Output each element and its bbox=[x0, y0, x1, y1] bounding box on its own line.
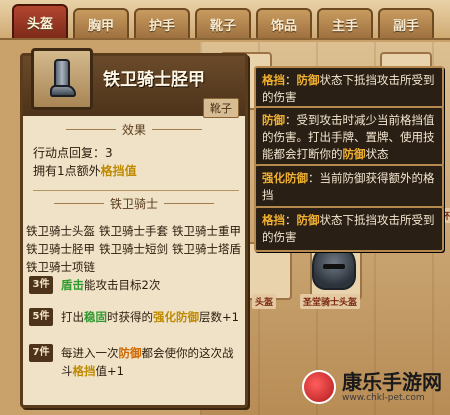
set-piece: 铁卫骑士手套 bbox=[99, 224, 168, 238]
set-piece: 铁卫骑士项链 bbox=[26, 260, 95, 274]
set-bonus-7: 7件 每进入一次防御都会使你的这次战斗格挡值+1 bbox=[29, 344, 243, 380]
tab-boots[interactable]: 靴子 bbox=[195, 8, 251, 38]
enhanced-defense-keyword[interactable]: 强化防御 bbox=[153, 310, 199, 324]
bonus-tag: 5件 bbox=[29, 308, 53, 326]
item-name: 铁卫骑士胫甲 bbox=[103, 70, 205, 90]
tab-main-hand[interactable]: 主手 bbox=[317, 8, 373, 38]
bonus-tag: 7件 bbox=[29, 344, 53, 362]
set-bonus-3: 3件 盾击能攻击目标2次 bbox=[29, 276, 243, 294]
block-keyword[interactable]: 格挡 bbox=[73, 364, 96, 378]
item-header: 铁卫骑士胫甲 靴子 bbox=[23, 48, 245, 118]
effect-action-point: 行动点回复：3 bbox=[33, 146, 113, 160]
effects-section-title: 效果 bbox=[23, 120, 245, 138]
item-icon-frame bbox=[31, 48, 93, 110]
tab-helmet[interactable]: 头盔 bbox=[12, 4, 68, 38]
equipment-name-label: 圣堂骑士头盔 bbox=[300, 294, 361, 309]
tab-chest[interactable]: 胸甲 bbox=[73, 8, 129, 38]
set-piece: 铁卫骑士塔盾 bbox=[172, 242, 241, 256]
steady-keyword[interactable]: 稳固 bbox=[84, 310, 107, 324]
greave-icon bbox=[48, 59, 76, 99]
set-piece: 铁卫骑士头盔 bbox=[26, 224, 95, 238]
set-piece: 铁卫骑士短剑 bbox=[99, 242, 168, 256]
tab-accessory[interactable]: 饰品 bbox=[256, 8, 312, 38]
set-bonus-5: 5件 打出稳固时获得的强化防御层数+1 bbox=[29, 308, 243, 326]
effects-list: 行动点回复：3 拥有1点额外格挡值 bbox=[33, 144, 137, 180]
tooltip-defense: 防御：受到攻击时减少当前格挡值的伤害。打出手牌、置牌、使用技能都会打断你的防御状… bbox=[254, 106, 444, 169]
item-slot-badge: 靴子 bbox=[203, 98, 239, 118]
equipment-tab-bar: 头盔 胸甲 护手 靴子 饰品 主手 副手 bbox=[0, 0, 450, 40]
set-piece: 铁卫骑士重甲 bbox=[172, 224, 241, 238]
tab-off-hand[interactable]: 副手 bbox=[378, 8, 434, 38]
item-detail-panel: 铁卫骑士胫甲 靴子 效果 行动点回复：3 拥有1点额外格挡值 铁卫骑士 铁卫骑士… bbox=[20, 48, 248, 408]
defense-keyword[interactable]: 防御 bbox=[119, 346, 142, 360]
watermark-logo-icon bbox=[302, 370, 336, 404]
block-keyword[interactable]: 格挡值 bbox=[101, 164, 137, 178]
set-pieces-list: 铁卫骑士头盔 铁卫骑士手套 铁卫骑士重甲 铁卫骑士胫甲 铁卫骑士短剑 铁卫骑士塔… bbox=[26, 222, 246, 276]
tab-gauntlet[interactable]: 护手 bbox=[134, 8, 190, 38]
divider bbox=[33, 190, 239, 191]
bonus-tag: 3件 bbox=[29, 276, 53, 294]
equipment-name-label: 头盔 bbox=[252, 294, 277, 309]
watermark: 康乐手游网 www.chkl-pet.com bbox=[302, 370, 442, 404]
watermark-url: www.chkl-pet.com bbox=[342, 393, 425, 403]
set-section-title: 铁卫骑士 bbox=[23, 194, 245, 212]
tooltip-enhanced-defense: 强化防御：当前防御获得额外的格挡 bbox=[254, 164, 444, 210]
tooltip-block: 格挡：防御状态下抵挡攻击所受到的伤害 bbox=[254, 206, 444, 252]
effect-block-bonus: 拥有1点额外格挡值 bbox=[33, 164, 137, 178]
shield-bash-keyword[interactable]: 盾击 bbox=[61, 278, 84, 292]
set-piece: 铁卫骑士胫甲 bbox=[26, 242, 95, 256]
watermark-title: 康乐手游网 bbox=[342, 370, 442, 394]
